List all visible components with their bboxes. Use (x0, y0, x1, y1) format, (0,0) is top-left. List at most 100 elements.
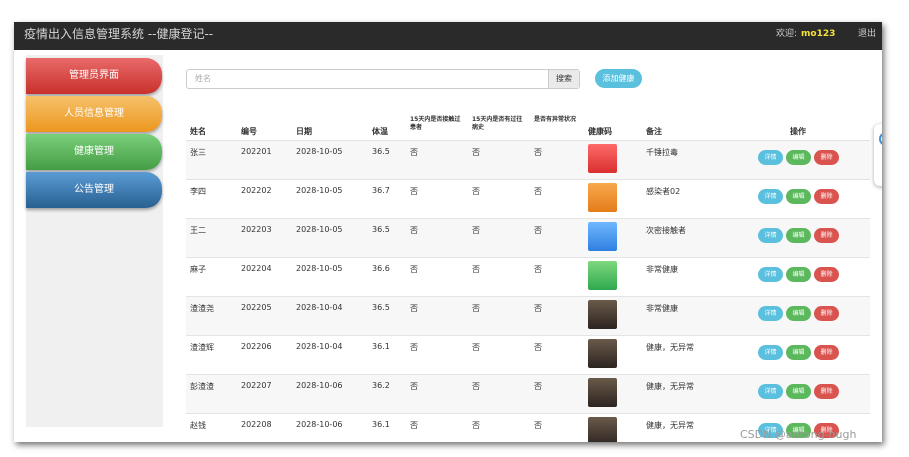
detail-button[interactable]: 详情 (758, 306, 783, 321)
cell-date: 2028-10-06 (296, 420, 343, 429)
delete-button[interactable]: 删除 (814, 345, 839, 360)
watermark: CSDN @antong-hugh (740, 428, 857, 441)
cell-contact: 否 (410, 265, 418, 274)
cell-temp: 36.5 (372, 303, 390, 312)
cell-date: 2028-10-05 (296, 264, 343, 273)
col-code: 健康码 (588, 127, 612, 136)
cell-date: 2028-10-04 (296, 342, 343, 351)
delete-button[interactable]: 删除 (814, 384, 839, 399)
welcome-text: 欢迎: mo123 (776, 22, 835, 46)
cell-abnormal: 否 (534, 382, 542, 391)
col-contact: 15天内是否接触过患者 (410, 116, 461, 131)
delete-button[interactable]: 删除 (814, 228, 839, 243)
cell-history: 否 (472, 343, 480, 352)
detail-button[interactable]: 详情 (758, 150, 783, 165)
edit-button[interactable]: 编辑 (786, 384, 811, 399)
cell-temp: 36.1 (372, 420, 390, 429)
col-temp: 体温 (372, 127, 388, 136)
cell-contact: 否 (410, 226, 418, 235)
cell-contact: 否 (410, 343, 418, 352)
search-button[interactable]: 搜索 (548, 70, 579, 88)
search-placeholder: 姓名 (195, 74, 211, 83)
cell-history: 否 (472, 265, 480, 274)
cell-id: 202208 (241, 420, 272, 429)
cell-temp: 36.7 (372, 186, 390, 195)
health-code-blue-icon (588, 222, 617, 251)
welcome-label: 欢迎: (776, 29, 798, 39)
health-code-green-icon (588, 261, 617, 290)
app-window: 疫情出入信息管理系统 --健康登记-- 欢迎: mo123 退出 管理员界面 人员… (14, 22, 882, 442)
detail-button[interactable]: 详情 (758, 189, 783, 204)
edit-button[interactable]: 编辑 (786, 150, 811, 165)
detail-button[interactable]: 详情 (758, 228, 783, 243)
cell-name: 李四 (190, 187, 206, 196)
cell-history: 否 (472, 382, 480, 391)
cell-note: 非常健康 (646, 304, 678, 313)
cell-name: 张三 (190, 148, 206, 157)
cell-name: 王二 (190, 226, 206, 235)
cell-id: 202205 (241, 303, 272, 312)
col-abnormal: 是否有异常状况 (534, 116, 577, 123)
sidebar-item-personnel[interactable]: 人员信息管理 (26, 96, 162, 132)
sidebar-item-admin[interactable]: 管理员界面 (26, 58, 162, 94)
table-row: 渣渣辉 202206 2028-10-04 36.1 否 否 否 健康，无异常 详情 编辑 删除 (186, 335, 870, 375)
edit-button[interactable]: 编辑 (786, 189, 811, 204)
health-code-red-icon (588, 144, 617, 173)
logout-link[interactable]: 退出 (858, 22, 876, 46)
sidebar-item-announcements[interactable]: 公告管理 (26, 172, 162, 208)
cell-date: 2028-10-04 (296, 303, 343, 312)
cell-abnormal: 否 (534, 304, 542, 313)
cell-temp: 36.5 (372, 225, 390, 234)
cell-history: 否 (472, 187, 480, 196)
cell-name: 彭渣渣 (190, 382, 214, 391)
table-row: 李四 202202 2028-10-05 36.7 否 否 否 感染者02 详情 编辑 删除 (186, 179, 870, 219)
edit-button[interactable]: 编辑 (786, 345, 811, 360)
cell-date: 2028-10-05 (296, 225, 343, 234)
cell-date: 2028-10-05 (296, 186, 343, 195)
col-actions: 操作 (790, 127, 806, 136)
cell-abnormal: 否 (534, 226, 542, 235)
delete-button[interactable]: 删除 (814, 150, 839, 165)
cell-note: 非常健康 (646, 265, 678, 274)
cell-abnormal: 否 (534, 265, 542, 274)
cell-temp: 36.5 (372, 147, 390, 156)
cell-id: 202207 (241, 381, 272, 390)
add-health-button[interactable]: 添加健康 (595, 69, 642, 88)
cell-history: 否 (472, 421, 480, 430)
detail-button[interactable]: 详情 (758, 267, 783, 282)
cell-note: 健康，无异常 (646, 382, 694, 391)
cell-id: 202201 (241, 147, 272, 156)
app-title: 疫情出入信息管理系统 --健康登记-- (24, 27, 214, 41)
table-row: 张三 202201 2028-10-05 36.5 否 否 否 千锤拉毒 详情 编辑 删除 (186, 140, 870, 180)
photo-portrait-icon (588, 417, 617, 442)
cell-contact: 否 (410, 148, 418, 157)
cell-id: 202204 (241, 264, 272, 273)
cell-name: 渣渣辉 (190, 343, 214, 352)
cell-note: 千锤拉毒 (646, 148, 678, 157)
cell-abnormal: 否 (534, 421, 542, 430)
cell-id: 202203 (241, 225, 272, 234)
cell-name: 渣渣尧 (190, 304, 214, 313)
photo-portrait-icon (588, 378, 617, 407)
edit-button[interactable]: 编辑 (786, 228, 811, 243)
cell-contact: 否 (410, 382, 418, 391)
delete-button[interactable]: 删除 (814, 189, 839, 204)
delete-button[interactable]: 删除 (814, 267, 839, 282)
delete-button[interactable]: 删除 (814, 306, 839, 321)
cell-abnormal: 否 (534, 148, 542, 157)
edit-button[interactable]: 编辑 (786, 267, 811, 282)
cell-date: 2028-10-05 (296, 147, 343, 156)
cell-contact: 否 (410, 304, 418, 313)
cell-date: 2028-10-06 (296, 381, 343, 390)
floating-widget[interactable] (874, 124, 882, 186)
detail-button[interactable]: 详情 (758, 345, 783, 360)
search-input[interactable]: 姓名 搜索 (186, 69, 580, 89)
cell-note: 感染者02 (646, 187, 681, 196)
sidebar-item-health[interactable]: 健康管理 (26, 134, 162, 170)
cell-history: 否 (472, 148, 480, 157)
detail-button[interactable]: 详情 (758, 384, 783, 399)
photo-portrait-icon (588, 339, 617, 368)
google-icon (879, 132, 882, 146)
cell-temp: 36.6 (372, 264, 390, 273)
edit-button[interactable]: 编辑 (786, 306, 811, 321)
